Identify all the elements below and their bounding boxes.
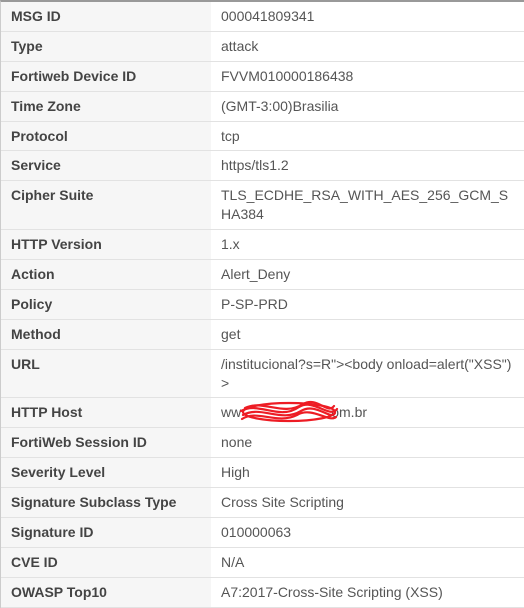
row-http-host: HTTP Host ww om.br — [1, 398, 524, 428]
value-severity: High — [211, 458, 524, 487]
value-url: /institucional?s=R"><body onload=alert("… — [211, 350, 524, 398]
label-protocol: Protocol — [1, 122, 211, 151]
row-session-id: FortiWeb Session ID none — [1, 428, 524, 458]
row-action: Action Alert_Deny — [1, 260, 524, 290]
label-url: URL — [1, 350, 211, 398]
value-cipher-suite: TLS_ECDHE_RSA_WITH_AES_256_GCM_SHA384 — [211, 181, 524, 229]
row-cipher-suite: Cipher Suite TLS_ECDHE_RSA_WITH_AES_256_… — [1, 181, 524, 230]
label-http-version: HTTP Version — [1, 230, 211, 259]
label-cipher-suite: Cipher Suite — [1, 181, 211, 229]
row-protocol: Protocol tcp — [1, 122, 524, 152]
value-device-id: FVVM010000186438 — [211, 62, 524, 91]
row-service: Service https/tls1.2 — [1, 151, 524, 181]
value-http-version: 1.x — [211, 230, 524, 259]
redacted-host: ww om.br — [221, 403, 367, 422]
label-type: Type — [1, 32, 211, 61]
row-severity: Severity Level High — [1, 458, 524, 488]
value-policy: P-SP-PRD — [211, 290, 524, 319]
label-device-id: Fortiweb Device ID — [1, 62, 211, 91]
row-time-zone: Time Zone (GMT-3:00)Brasilia — [1, 92, 524, 122]
value-cve-id: N/A — [211, 548, 524, 577]
value-session-id: none — [211, 428, 524, 457]
label-cve-id: CVE ID — [1, 548, 211, 577]
row-type: Type attack — [1, 32, 524, 62]
host-suffix: om.br — [331, 404, 367, 420]
row-http-version: HTTP Version 1.x — [1, 230, 524, 260]
log-detail-panel: MSG ID 000041809341 Type attack Fortiweb… — [0, 0, 524, 608]
label-time-zone: Time Zone — [1, 92, 211, 121]
value-http-host: ww om.br — [211, 398, 524, 427]
label-msg-id: MSG ID — [1, 2, 211, 31]
host-prefix: ww — [221, 404, 241, 420]
row-owasp: OWASP Top10 A7:2017-Cross-Site Scripting… — [1, 578, 524, 608]
row-policy: Policy P-SP-PRD — [1, 290, 524, 320]
label-sig-id: Signature ID — [1, 518, 211, 547]
row-msg-id: MSG ID 000041809341 — [1, 2, 524, 32]
label-severity: Severity Level — [1, 458, 211, 487]
value-type: attack — [211, 32, 524, 61]
value-sig-id: 010000063 — [211, 518, 524, 547]
row-url: URL /institucional?s=R"><body onload=ale… — [1, 350, 524, 399]
row-method: Method get — [1, 320, 524, 350]
value-protocol: tcp — [211, 122, 524, 151]
row-cve-id: CVE ID N/A — [1, 548, 524, 578]
label-action: Action — [1, 260, 211, 289]
row-sig-subclass: Signature Subclass Type Cross Site Scrip… — [1, 488, 524, 518]
redaction-scribble-icon — [239, 399, 339, 425]
value-msg-id: 000041809341 — [211, 2, 524, 31]
label-session-id: FortiWeb Session ID — [1, 428, 211, 457]
label-service: Service — [1, 151, 211, 180]
row-device-id: Fortiweb Device ID FVVM010000186438 — [1, 62, 524, 92]
row-sig-id: Signature ID 010000063 — [1, 518, 524, 548]
value-service: https/tls1.2 — [211, 151, 524, 180]
label-http-host: HTTP Host — [1, 398, 211, 427]
label-owasp: OWASP Top10 — [1, 578, 211, 607]
value-action: Alert_Deny — [211, 260, 524, 289]
value-time-zone: (GMT-3:00)Brasilia — [211, 92, 524, 121]
value-method: get — [211, 320, 524, 349]
label-method: Method — [1, 320, 211, 349]
value-sig-subclass: Cross Site Scripting — [211, 488, 524, 517]
value-owasp: A7:2017-Cross-Site Scripting (XSS) — [211, 578, 524, 607]
label-sig-subclass: Signature Subclass Type — [1, 488, 211, 517]
label-policy: Policy — [1, 290, 211, 319]
